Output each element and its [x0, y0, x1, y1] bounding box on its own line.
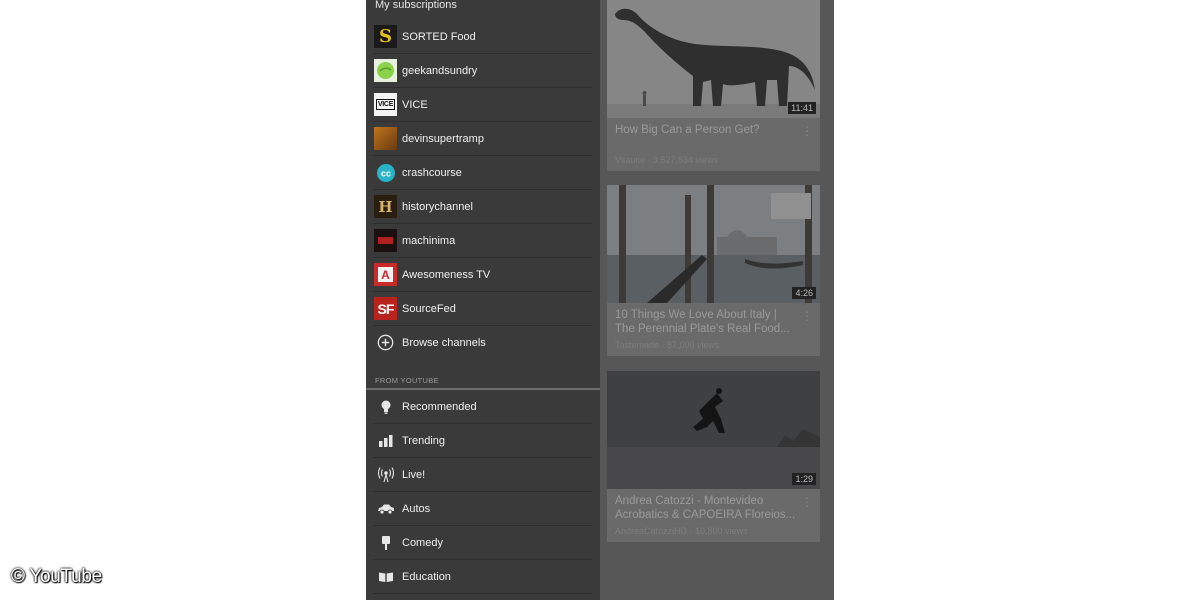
- sorted-food-avatar: S: [374, 25, 397, 48]
- phone-screen: 11:41 ⋮ How Big Can a Person Get? Vsauce…: [366, 0, 834, 600]
- add-circle-icon: [374, 334, 397, 351]
- browse-channels-label: Browse channels: [402, 336, 486, 349]
- devinsupertramp-avatar: [374, 127, 397, 150]
- subscription-label: devinsupertramp: [402, 132, 484, 145]
- video-title-line: The Perennial Plate's Real Food...: [615, 323, 790, 335]
- subscription-item-devinsupertramp[interactable]: devinsupertramp: [373, 122, 592, 156]
- category-item-autos[interactable]: Autos: [373, 492, 592, 526]
- subscription-label: SORTED Food: [402, 30, 476, 43]
- subscription-item-sourcefed[interactable]: SF SourceFed: [373, 292, 592, 326]
- category-label: Recommended: [402, 400, 477, 413]
- video-title-line: Andrea Catozzi - Montevideo: [615, 495, 764, 507]
- video-title-line: Acrobatics & CAPOEIRA Floreios...: [615, 509, 796, 521]
- svg-text:cc: cc: [380, 168, 390, 178]
- category-item-comedy[interactable]: Comedy: [373, 526, 592, 560]
- video-card[interactable]: 4:26 ⋮ 10 Things We Love About Italy | T…: [607, 185, 820, 356]
- video-duration: 1:29: [792, 473, 816, 485]
- bar-chart-icon: [374, 434, 397, 448]
- category-item-partial[interactable]: [373, 594, 592, 600]
- category-item-recommended[interactable]: Recommended: [373, 390, 592, 424]
- video-title: Andrea Catozzi - Montevideo Acrobatics &…: [607, 489, 820, 524]
- car-icon: [374, 503, 397, 515]
- acrobat-image: [607, 371, 820, 489]
- video-title-line: 10 Things We Love About Italy |: [615, 309, 777, 321]
- category-item-live[interactable]: Live!: [373, 458, 592, 492]
- from-youtube-section-label: FROM YOUTUBE: [366, 359, 600, 390]
- category-label: Trending: [402, 434, 446, 447]
- subscription-item-geekandsundry[interactable]: geekandsundry: [373, 54, 592, 88]
- lightbulb-icon: [374, 399, 397, 415]
- video-duration: 4:26: [792, 287, 816, 299]
- subscription-label: crashcourse: [402, 166, 462, 179]
- subscription-label: VICE: [402, 98, 428, 111]
- venice-image: [607, 185, 820, 303]
- browse-channels-button[interactable]: Browse channels: [373, 326, 592, 359]
- video-meta: AndreaCatozziHD · 10,800 views: [615, 526, 748, 536]
- subscription-item-crashcourse[interactable]: cc crashcourse: [373, 156, 592, 190]
- category-label: Live!: [402, 468, 426, 481]
- subscription-label: machinima: [402, 234, 456, 247]
- video-meta: Tastemade · 87,000 views: [615, 340, 720, 350]
- subscription-label: Awesomeness TV: [402, 268, 491, 281]
- more-menu-icon[interactable]: ⋮: [801, 496, 813, 508]
- machinima-avatar: [374, 229, 397, 252]
- subscription-label: historychannel: [402, 200, 473, 213]
- video-thumbnail[interactable]: 1:29: [607, 371, 820, 489]
- book-icon: [374, 571, 397, 583]
- historychannel-avatar: H: [374, 195, 397, 218]
- category-item-education[interactable]: Education: [373, 560, 592, 594]
- video-thumbnail[interactable]: 11:41: [607, 0, 820, 118]
- category-item-trending[interactable]: Trending: [373, 424, 592, 458]
- subscription-item-vice[interactable]: VICE VICE: [373, 88, 592, 122]
- awesomeness-tv-avatar: A: [374, 263, 397, 286]
- sourcefed-avatar: SF: [374, 297, 397, 320]
- vice-avatar: VICE: [374, 93, 397, 116]
- crashcourse-avatar: cc: [374, 161, 397, 184]
- microphone-icon: [374, 535, 397, 551]
- category-label: Autos: [402, 502, 431, 515]
- subscription-item-awesomeness-tv[interactable]: A Awesomeness TV: [373, 258, 592, 292]
- video-title: How Big Can a Person Get?: [607, 118, 820, 153]
- video-feed: 11:41 ⋮ How Big Can a Person Get? Vsauce…: [600, 0, 834, 600]
- subscription-item-historychannel[interactable]: H historychannel: [373, 190, 592, 224]
- category-label: Education: [402, 570, 451, 583]
- navigation-drawer: My subscriptions S SORTED Food geekandsu…: [366, 0, 600, 600]
- broadcast-icon: [374, 466, 397, 483]
- video-title-line: How Big Can a Person Get?: [615, 124, 760, 136]
- video-card[interactable]: 11:41 ⋮ How Big Can a Person Get? Vsauce…: [607, 0, 820, 171]
- subscription-label: geekandsundry: [402, 64, 478, 77]
- more-menu-icon[interactable]: ⋮: [801, 125, 813, 137]
- video-meta: Vsauce · 3,527,834 views: [615, 155, 719, 165]
- dinosaur-image: [607, 0, 820, 118]
- subscription-item-sorted-food[interactable]: S SORTED Food: [373, 20, 592, 54]
- copyright-watermark: © YouTube: [11, 566, 102, 587]
- video-title: 10 Things We Love About Italy | The Pere…: [607, 303, 820, 338]
- video-card[interactable]: 1:29 ⋮ Andrea Catozzi - Montevideo Acrob…: [607, 371, 820, 542]
- video-thumbnail[interactable]: 4:26: [607, 185, 820, 303]
- category-label: Comedy: [402, 536, 443, 549]
- subscription-label: SourceFed: [402, 302, 456, 315]
- more-menu-icon[interactable]: ⋮: [801, 310, 813, 322]
- subscription-item-machinima[interactable]: machinima: [373, 224, 592, 258]
- drawer-header: My subscriptions: [375, 0, 457, 11]
- video-duration: 11:41: [788, 102, 816, 114]
- geekandsundry-avatar: [374, 59, 397, 82]
